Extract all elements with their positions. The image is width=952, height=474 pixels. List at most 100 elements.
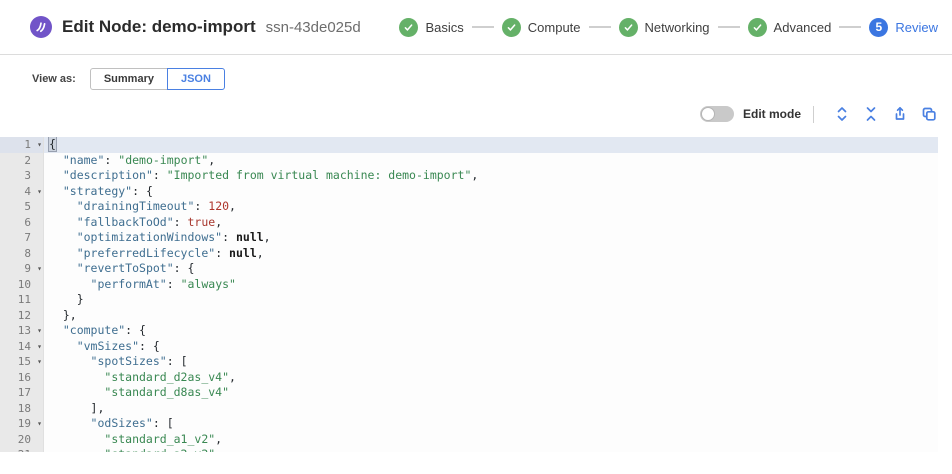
code-line: 20 "standard_a1_v2", <box>0 432 938 448</box>
view-option-summary[interactable]: Summary <box>90 68 168 90</box>
gutter-cell: 7 <box>0 230 44 246</box>
check-icon <box>619 18 638 37</box>
code-text: "strategy": { <box>44 184 938 200</box>
code-line: 12 }, <box>0 308 938 324</box>
code-line: 4▾ "strategy": { <box>0 184 938 200</box>
step-compute[interactable]: Compute <box>502 18 581 37</box>
code-text: "standard_a1_v2", <box>44 432 938 448</box>
gutter-cell: 12 <box>0 308 44 324</box>
view-as-label: View as: <box>32 73 76 85</box>
step-number: 5 <box>869 18 888 37</box>
code-text: "standard_d2as_v4", <box>44 370 938 386</box>
step-label: Compute <box>528 20 581 35</box>
code-text: "preferredLifecycle": null, <box>44 246 938 262</box>
code-line: 9▾ "revertToSpot": { <box>0 261 938 277</box>
spot-logo-icon <box>30 16 52 38</box>
collapse-icon[interactable] <box>863 106 880 123</box>
toolbar-divider <box>813 106 814 123</box>
line-number: 10 <box>18 277 39 293</box>
step-label: Basics <box>425 20 463 35</box>
gutter-cell: 10 <box>0 277 44 293</box>
expand-icon[interactable] <box>834 106 851 123</box>
code-line: 11 } <box>0 292 938 308</box>
line-number: 6 <box>24 215 39 231</box>
gutter-cell: 5 <box>0 199 44 215</box>
code-text: }, <box>44 308 938 324</box>
step-review[interactable]: 5 Review <box>869 18 938 37</box>
code-line: 7 "optimizationWindows": null, <box>0 230 938 246</box>
code-line: 6 "fallbackToOd": true, <box>0 215 938 231</box>
code-text: "spotSizes": [ <box>44 354 938 370</box>
line-number: 19 <box>18 416 39 432</box>
code-text: "standard_d8as_v4" <box>44 385 938 401</box>
code-text: } <box>44 292 938 308</box>
code-text: "standard_a2_v2" <box>44 447 938 452</box>
code-line: 21 "standard_a2_v2" <box>0 447 938 452</box>
code-line: 16 "standard_d2as_v4", <box>0 370 938 386</box>
line-number: 2 <box>24 153 39 169</box>
code-line: 19▾ "odSizes": [ <box>0 416 938 432</box>
edit-mode-toggle[interactable] <box>700 106 734 122</box>
code-line: 15▾ "spotSizes": [ <box>0 354 938 370</box>
step-basics[interactable]: Basics <box>399 18 463 37</box>
view-toggle-group: SummaryJSON <box>90 68 225 90</box>
fold-toggle-icon[interactable]: ▾ <box>37 339 42 355</box>
fold-toggle-icon[interactable]: ▾ <box>37 184 42 200</box>
line-number: 17 <box>18 385 39 401</box>
step-advanced[interactable]: Advanced <box>748 18 832 37</box>
json-editor[interactable]: 1▾{2 "name": "demo-import",3 "descriptio… <box>0 137 938 452</box>
editor-toolbar: Edit mode <box>0 104 938 124</box>
gutter-cell: 18 <box>0 401 44 417</box>
page-title: Edit Node: demo-import <box>62 17 256 37</box>
step-connector <box>472 26 494 28</box>
code-text: "revertToSpot": { <box>44 261 938 277</box>
gutter-cell: 11 <box>0 292 44 308</box>
code-text: "performAt": "always" <box>44 277 938 293</box>
step-connector <box>718 26 740 28</box>
toggle-knob <box>701 107 715 121</box>
code-line: 1▾{ <box>0 137 938 153</box>
code-text: "drainingTimeout": 120, <box>44 199 938 215</box>
gutter-cell: 1▾ <box>0 137 44 153</box>
gutter-cell: 6 <box>0 215 44 231</box>
fold-toggle-icon[interactable]: ▾ <box>37 261 42 277</box>
code-line: 18 ], <box>0 401 938 417</box>
gutter-cell: 4▾ <box>0 184 44 200</box>
gutter-cell: 13▾ <box>0 323 44 339</box>
line-number: 3 <box>24 168 39 184</box>
copy-icon[interactable] <box>921 106 938 123</box>
step-networking[interactable]: Networking <box>619 18 710 37</box>
code-text: "description": "Imported from virtual ma… <box>44 168 938 184</box>
line-number: 20 <box>18 432 39 448</box>
code-text: ], <box>44 401 938 417</box>
gutter-cell: 15▾ <box>0 354 44 370</box>
code-text: "fallbackToOd": true, <box>44 215 938 231</box>
export-icon[interactable] <box>892 106 909 123</box>
view-as-bar: View as: SummaryJSON <box>32 68 952 90</box>
line-number: 14 <box>18 339 39 355</box>
line-number: 16 <box>18 370 39 386</box>
toolbar-icons <box>822 106 938 123</box>
code-text: "odSizes": [ <box>44 416 938 432</box>
code-line: 3 "description": "Imported from virtual … <box>0 168 938 184</box>
fold-toggle-icon[interactable]: ▾ <box>37 416 42 432</box>
line-number: 8 <box>24 246 39 262</box>
code-line: 2 "name": "demo-import", <box>0 153 938 169</box>
wizard-stepper: Basics Compute Networking Advanced 5 Review <box>399 18 938 37</box>
view-option-json[interactable]: JSON <box>167 68 225 90</box>
step-label: Review <box>895 20 938 35</box>
code-line: 5 "drainingTimeout": 120, <box>0 199 938 215</box>
check-icon <box>748 18 767 37</box>
gutter-cell: 14▾ <box>0 339 44 355</box>
line-number: 15 <box>18 354 39 370</box>
fold-toggle-icon[interactable]: ▾ <box>37 354 42 370</box>
code-text: "optimizationWindows": null, <box>44 230 938 246</box>
line-number: 11 <box>18 292 39 308</box>
gutter-cell: 9▾ <box>0 261 44 277</box>
code-line: 17 "standard_d8as_v4" <box>0 385 938 401</box>
step-connector <box>839 26 861 28</box>
code-text: "vmSizes": { <box>44 339 938 355</box>
gutter-cell: 19▾ <box>0 416 44 432</box>
fold-toggle-icon[interactable]: ▾ <box>37 323 42 339</box>
fold-toggle-icon[interactable]: ▾ <box>37 137 42 153</box>
